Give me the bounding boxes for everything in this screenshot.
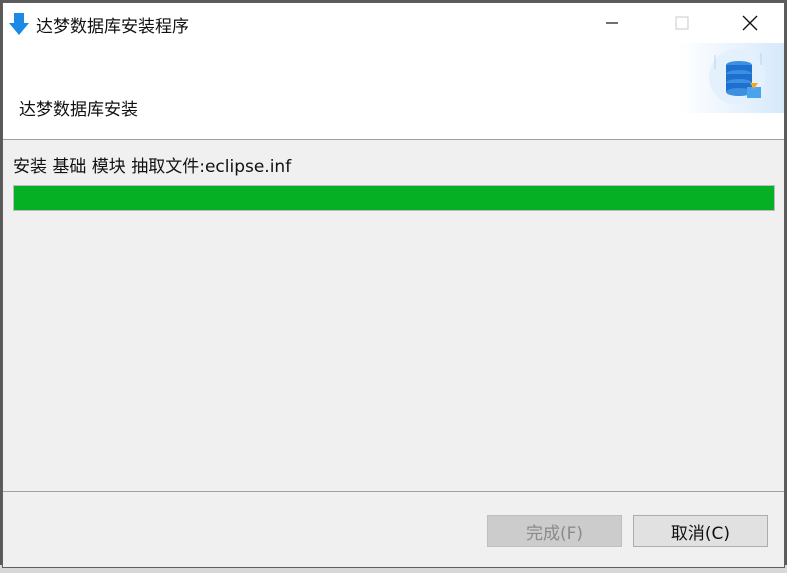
minimize-button[interactable] [581,3,643,43]
footer-divider [3,491,784,492]
header-title: 达梦数据库安装 [19,100,138,120]
progress-bar-fill [14,186,774,210]
close-button[interactable] [719,3,781,43]
cancel-button[interactable]: 取消(C) [633,515,768,547]
finish-button[interactable]: 完成(F) [487,515,622,547]
progress-bar [13,185,775,211]
progress-status-text: 安装 基础 模块 抽取文件:eclipse.inf [13,157,292,177]
title-bar[interactable]: 达梦数据库安装程序 [3,3,784,43]
close-icon [742,15,758,31]
maximize-icon [675,16,689,30]
maximize-button[interactable] [651,3,713,43]
download-arrow-icon [8,12,30,36]
header-panel: 达梦数据库安装 [3,43,784,140]
database-install-icon [679,43,784,113]
window-title: 达梦数据库安装程序 [36,17,189,37]
minimize-icon [606,22,618,24]
installer-window: 达梦数据库安装程序 达梦数据库安装 安装 基础 模块 抽取文件:eclipse.… [2,2,785,568]
